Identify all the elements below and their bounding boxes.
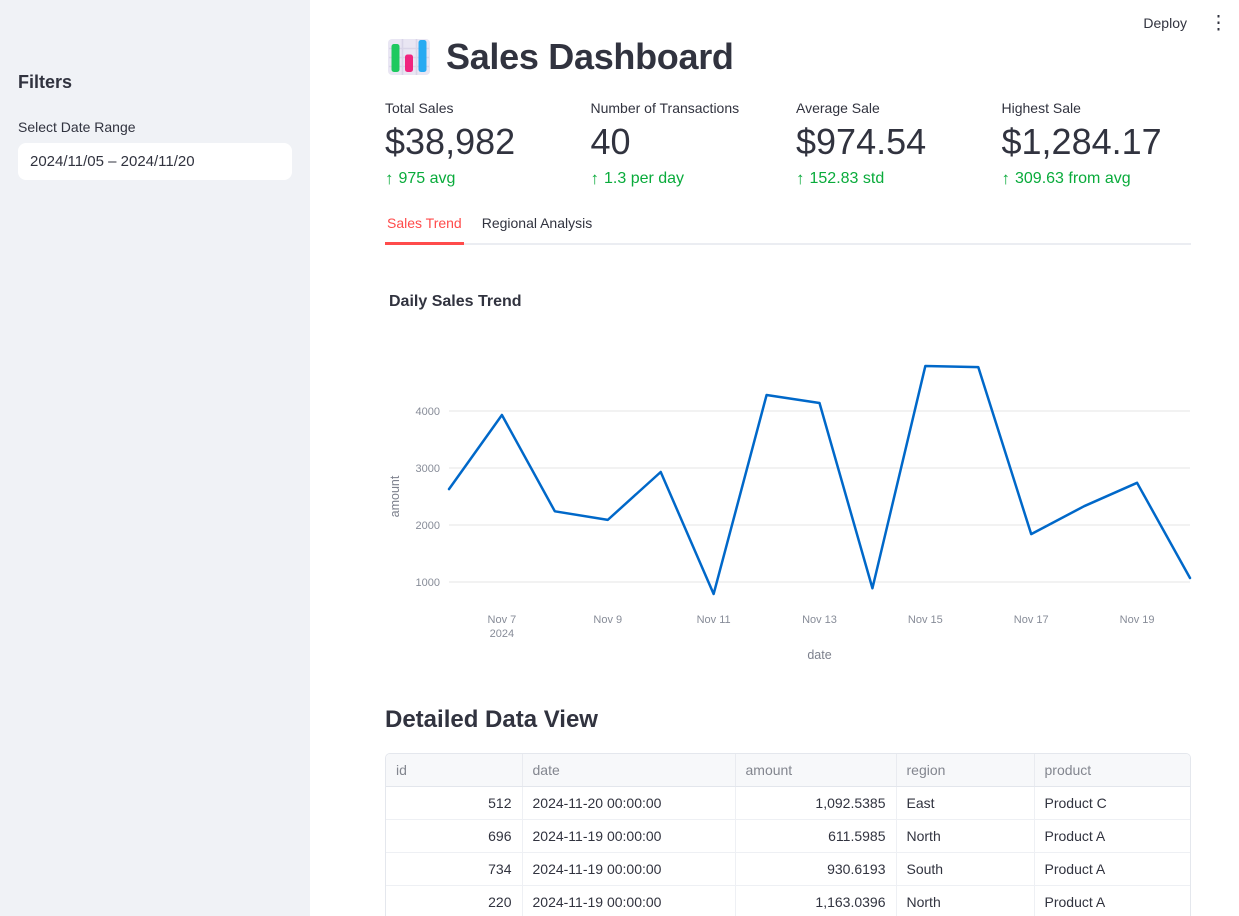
metric-value: $38,982	[385, 123, 575, 161]
arrow-up-icon: ↑	[796, 169, 805, 189]
table-cell[interactable]: Product C	[1034, 787, 1191, 820]
table-cell[interactable]: 2024-11-19 00:00:00	[522, 886, 735, 916]
date-range-value: 2024/11/05 – 2024/11/20	[30, 153, 195, 170]
data-table[interactable]: iddateamountregionproduct5122024-11-20 0…	[385, 753, 1191, 916]
svg-text:Nov 15: Nov 15	[908, 614, 943, 626]
table-cell[interactable]: 2024-11-20 00:00:00	[522, 787, 735, 820]
table-cell[interactable]: East	[896, 787, 1034, 820]
table-row: 6962024-11-19 00:00:00611.5985NorthProdu…	[386, 820, 1191, 853]
metric-delta: ↑ 1.3 per day	[591, 169, 781, 189]
metric-total-sales: Total Sales $38,982 ↑ 975 avg	[385, 100, 575, 189]
table-cell[interactable]: 930.6193	[735, 853, 896, 886]
metric-label: Average Sale	[796, 100, 986, 116]
metric-delta-text: 1.3 per day	[604, 170, 684, 188]
svg-text:1000: 1000	[416, 577, 440, 589]
table-cell[interactable]: North	[896, 886, 1034, 916]
metric-label: Total Sales	[385, 100, 575, 116]
metric-delta-text: 975 avg	[399, 170, 456, 188]
svg-text:4000: 4000	[416, 406, 440, 418]
tab-regional-analysis[interactable]: Regional Analysis	[480, 215, 595, 243]
app-window: Filters Select Date Range 2024/11/05 – 2…	[0, 0, 1239, 916]
deploy-button[interactable]: Deploy	[1137, 11, 1193, 35]
table-cell[interactable]: 2024-11-19 00:00:00	[522, 853, 735, 886]
svg-text:Nov 17: Nov 17	[1014, 614, 1049, 626]
svg-text:Nov 13: Nov 13	[802, 614, 837, 626]
table-row: 2202024-11-19 00:00:001,163.0396NorthPro…	[386, 886, 1191, 916]
column-header-amount[interactable]: amount	[735, 754, 896, 787]
column-header-product[interactable]: product	[1034, 754, 1191, 787]
arrow-up-icon: ↑	[385, 169, 394, 189]
column-header-date[interactable]: date	[522, 754, 735, 787]
svg-text:Nov 9: Nov 9	[593, 614, 622, 626]
metric-label: Highest Sale	[1002, 100, 1192, 116]
app-header: Deploy ⋮	[1125, 0, 1239, 46]
column-header-region[interactable]: region	[896, 754, 1034, 787]
sidebar: Filters Select Date Range 2024/11/05 – 2…	[0, 0, 310, 916]
table-cell[interactable]: 696	[386, 820, 522, 853]
arrow-up-icon: ↑	[591, 169, 600, 189]
svg-text:Nov 11: Nov 11	[697, 614, 731, 626]
table-cell[interactable]: Product A	[1034, 853, 1191, 886]
metric-delta-text: 152.83 std	[810, 170, 885, 188]
metric-delta: ↑ 309.63 from avg	[1002, 169, 1192, 189]
bar-chart-emoji-icon	[387, 37, 431, 77]
sidebar-title: Filters	[18, 72, 292, 93]
svg-text:2000: 2000	[416, 520, 440, 532]
title-row: Sales Dashboard	[387, 36, 1191, 78]
svg-text:Nov 19: Nov 19	[1120, 614, 1155, 626]
table-cell[interactable]: 1,092.5385	[735, 787, 896, 820]
metric-num-transactions: Number of Transactions 40 ↑ 1.3 per day	[591, 100, 781, 189]
metric-delta: ↑ 152.83 std	[796, 169, 986, 189]
date-range-input[interactable]: 2024/11/05 – 2024/11/20	[18, 143, 292, 180]
metric-delta: ↑ 975 avg	[385, 169, 575, 189]
table-cell[interactable]: 2024-11-19 00:00:00	[522, 820, 735, 853]
metric-value: $974.54	[796, 123, 986, 161]
svg-text:Nov 7: Nov 7	[488, 614, 517, 626]
page-title: Sales Dashboard	[446, 36, 734, 78]
tab-sales-trend[interactable]: Sales Trend	[385, 215, 464, 243]
tab-bar: Sales Trend Regional Analysis	[385, 215, 1191, 245]
metric-label: Number of Transactions	[591, 100, 781, 116]
table-cell[interactable]: South	[896, 853, 1034, 886]
line-chart-canvas: 1000 2000 3000 4000 Nov 7 2024 Nov 9 Nov 11 Nov …	[385, 325, 1200, 675]
table-cell[interactable]: Product A	[1034, 886, 1191, 916]
svg-text:3000: 3000	[416, 463, 440, 475]
metric-value: 40	[591, 123, 781, 161]
section-title-detailed-data: Detailed Data View	[385, 706, 1191, 734]
table-cell[interactable]: North	[896, 820, 1034, 853]
table-cell[interactable]: 734	[386, 853, 522, 886]
metric-delta-text: 309.63 from avg	[1015, 170, 1131, 188]
svg-text:date: date	[807, 648, 831, 662]
main-content: Sales Dashboard Total Sales $38,982 ↑ 97…	[385, 0, 1191, 916]
kebab-menu-icon[interactable]: ⋮	[1209, 14, 1227, 33]
daily-sales-trend-chart: 1000 2000 3000 4000 Nov 7 2024 Nov 9 Nov 11 Nov …	[385, 325, 1191, 675]
column-header-id[interactable]: id	[386, 754, 522, 787]
table-cell[interactable]: 220	[386, 886, 522, 916]
date-range-widget: Select Date Range 2024/11/05 – 2024/11/2…	[18, 119, 292, 180]
table-header-row: iddateamountregionproduct	[386, 754, 1191, 787]
table-cell[interactable]: 512	[386, 787, 522, 820]
arrow-up-icon: ↑	[1002, 169, 1011, 189]
svg-text:2024: 2024	[490, 628, 514, 640]
metric-highest-sale: Highest Sale $1,284.17 ↑ 309.63 from avg	[1002, 100, 1192, 189]
table-cell[interactable]: 1,163.0396	[735, 886, 896, 916]
table-row: 7342024-11-19 00:00:00930.6193SouthProdu…	[386, 853, 1191, 886]
metric-average-sale: Average Sale $974.54 ↑ 152.83 std	[796, 100, 986, 189]
svg-text:amount: amount	[388, 475, 402, 517]
metric-value: $1,284.17	[1002, 123, 1192, 161]
table-row: 5122024-11-20 00:00:001,092.5385EastProd…	[386, 787, 1191, 820]
date-range-label: Select Date Range	[18, 119, 292, 135]
chart-title: Daily Sales Trend	[389, 293, 1191, 311]
table-cell[interactable]: 611.5985	[735, 820, 896, 853]
table-cell[interactable]: Product A	[1034, 820, 1191, 853]
metrics-row: Total Sales $38,982 ↑ 975 avg Number of …	[385, 100, 1191, 189]
